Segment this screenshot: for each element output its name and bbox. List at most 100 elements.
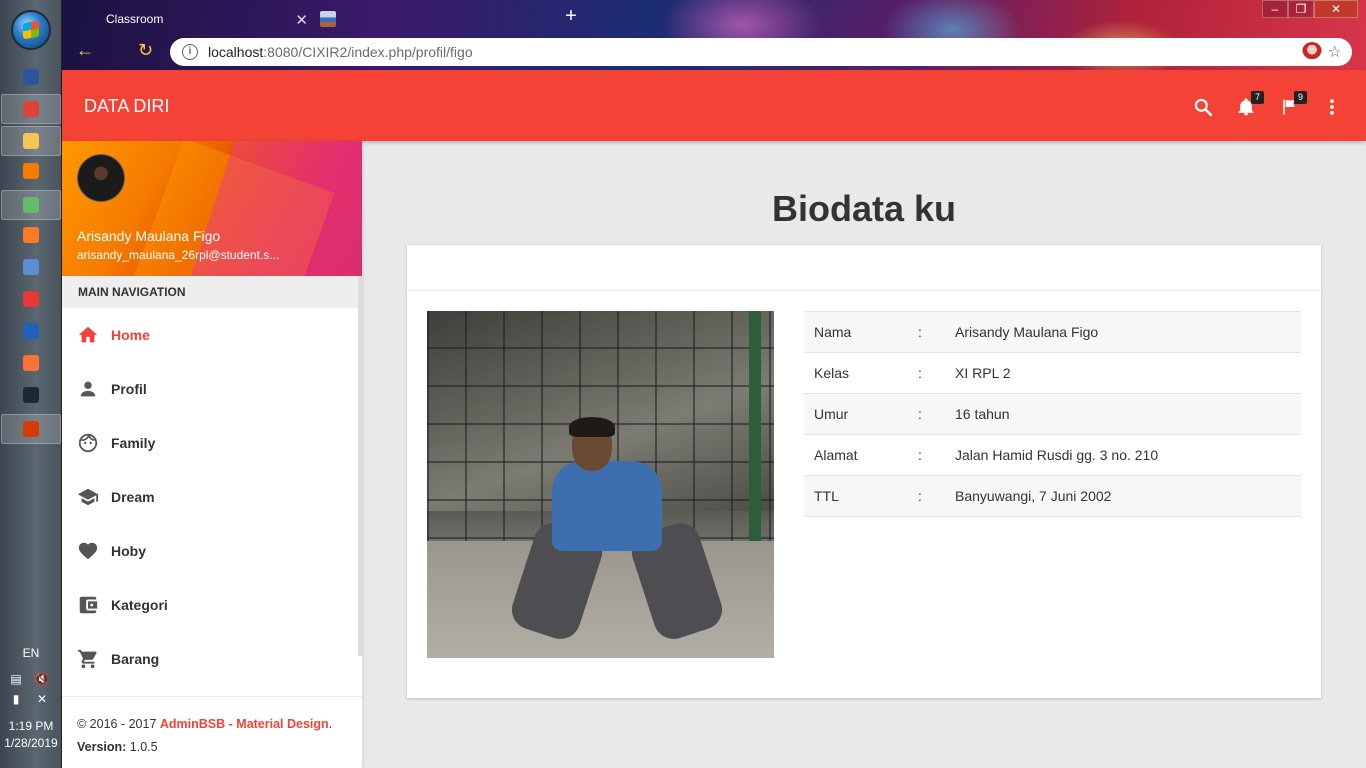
windows-taskbar: EN ▤ 🔇 ▮ ✕ 1:19 PM 1/28/2019 — [0, 0, 62, 768]
browser-tab-classroom[interactable]: Classroom ✕ — [62, 4, 312, 34]
bio-value: Arisandy Maulana Figo — [955, 324, 1099, 340]
clock-date: 1/28/2019 — [4, 736, 58, 750]
sidebar: Arisandy Maulana Figo arisandy_maulana_2… — [62, 141, 362, 768]
app-title[interactable]: DATA DIRI — [84, 96, 169, 117]
browser-menu-icon[interactable]: · · · — [1338, 37, 1343, 61]
sidebar-item-label: Hoby — [111, 543, 146, 559]
sidebar-item-barang[interactable]: Barang — [62, 632, 362, 686]
url-text: localhost:8080/CIXIR2/index.php/profil/f… — [208, 44, 473, 60]
office-glyph — [23, 421, 39, 437]
profile-photo — [427, 311, 774, 658]
more-vert-icon[interactable] — [1322, 97, 1342, 117]
sidebar-item-home[interactable]: Home — [62, 308, 362, 362]
sidebar-item-profil[interactable]: Profil — [62, 362, 362, 416]
back-arrow-icon[interactable]: ← — [76, 40, 94, 61]
restore-button[interactable]: ❐ — [1288, 0, 1314, 18]
user-avatar[interactable] — [77, 154, 125, 202]
bio-separator: : — [918, 447, 922, 463]
atom-icon[interactable] — [1, 190, 61, 220]
home-icon — [77, 324, 99, 346]
new-tab-button[interactable]: + — [559, 5, 583, 29]
system-tray: ▤ 🔇 ▮ ✕ — [8, 672, 54, 706]
start-button[interactable] — [11, 10, 51, 50]
search-icon[interactable] — [1193, 97, 1213, 117]
copyright-line: © 2016 - 2017 AdminBSB - Material Design… — [77, 717, 333, 731]
window-controls: – ❐ ✕ — [1262, 0, 1358, 18]
bio-key: Nama — [814, 324, 852, 340]
tab-favicon-icon — [320, 11, 336, 27]
network-error-icon[interactable]: ✕ — [34, 692, 50, 706]
virtualbox-icon[interactable] — [16, 254, 46, 280]
sidebar-item-dream[interactable]: Dream — [62, 470, 362, 524]
menu-header: MAIN NAVIGATION — [62, 276, 362, 308]
biodata-table: Nama : Arisandy Maulana Figo Kelas : XI … — [804, 311, 1301, 517]
cart-icon — [77, 648, 99, 670]
card-header — [407, 245, 1321, 291]
tab-title: Classroom — [106, 12, 164, 26]
table-row: Alamat : Jalan Hamid Rusdi gg. 3 no. 210 — [804, 434, 1301, 476]
bio-separator: : — [918, 324, 922, 340]
school-icon — [77, 486, 99, 508]
filezilla-icon[interactable] — [16, 318, 46, 344]
steam-glyph — [23, 387, 39, 403]
sidebar-footer: © 2016 - 2017 AdminBSB - Material Design… — [62, 696, 362, 768]
user-info-panel: Arisandy Maulana Figo arisandy_maulana_2… — [62, 141, 362, 276]
flag-count-badge: 9 — [1294, 91, 1307, 104]
tab-close-icon[interactable]: ✕ — [295, 11, 308, 29]
sidebar-item-hoby[interactable]: Hoby — [62, 524, 362, 578]
git-icon[interactable] — [16, 286, 46, 312]
brand-link[interactable]: AdminBSB - Material Design — [160, 717, 329, 731]
chrome-icon[interactable] — [1, 94, 61, 124]
browser-chrome: Classroom ✕ + – ❐ ✕ ← ↻ i localhost:8080… — [62, 0, 1366, 70]
media-player-glyph — [23, 163, 39, 179]
browser-tab-profile[interactable] — [316, 4, 546, 34]
xampp-icon[interactable] — [16, 222, 46, 248]
xampp-glyph — [23, 227, 39, 243]
sidebar-item-family[interactable]: Family — [62, 416, 362, 470]
word-glyph — [23, 69, 39, 85]
site-info-icon[interactable]: i — [182, 44, 198, 60]
sidebar-scrollbar[interactable] — [358, 276, 362, 656]
git-glyph — [23, 291, 39, 307]
virtualbox-glyph — [23, 259, 39, 275]
address-bar[interactable]: i localhost:8080/CIXIR2/index.php/profil… — [170, 38, 1352, 66]
atom-glyph — [23, 197, 39, 213]
user-name: Arisandy Maulana Figo — [77, 228, 221, 244]
sidebar-item-label: Kategori — [111, 597, 168, 613]
bio-separator: : — [918, 488, 922, 504]
bio-value: Jalan Hamid Rusdi gg. 3 no. 210 — [955, 447, 1159, 463]
bio-separator: : — [918, 406, 922, 422]
bio-key: Kelas — [814, 365, 850, 381]
close-window-button[interactable]: ✕ — [1314, 0, 1358, 18]
clock-time: 1:19 PM — [8, 719, 54, 733]
bio-value: 16 tahun — [955, 406, 1010, 422]
signal-icon[interactable]: ▮ — [8, 692, 24, 706]
media-player-icon[interactable] — [16, 158, 46, 184]
clock[interactable]: 1:19 PM 1/28/2019 — [0, 718, 62, 752]
app-navbar: DATA DIRI 7 9 — [62, 70, 1366, 141]
minimize-button[interactable]: – — [1262, 0, 1288, 18]
bio-key: TTL — [814, 488, 839, 504]
user-email: arisandy_maulana_26rpl@student.s... — [77, 248, 280, 262]
notifications-icon[interactable]: 7 — [1236, 91, 1264, 117]
language-indicator[interactable]: EN — [0, 646, 62, 660]
firefox-icon[interactable] — [16, 350, 46, 376]
page-title: Biodata ku — [771, 188, 957, 229]
steam-icon[interactable] — [16, 382, 46, 408]
reload-icon[interactable]: ↻ — [138, 40, 153, 61]
chrome-glyph — [23, 101, 39, 117]
office-icon[interactable] — [1, 414, 61, 444]
main-navigation: Home Profil Family Dream Hoby Kategori B… — [62, 308, 362, 686]
bio-separator: : — [918, 365, 922, 381]
wallet-icon — [77, 594, 99, 616]
file-explorer-icon[interactable] — [1, 126, 61, 156]
clipboard-icon[interactable]: ▤ — [8, 672, 24, 686]
sidebar-item-kategori[interactable]: Kategori — [62, 578, 362, 632]
volume-muted-icon[interactable]: 🔇 — [34, 672, 50, 686]
table-row: TTL : Banyuwangi, 7 Juni 2002 — [804, 475, 1301, 517]
browser-profile-avatar[interactable] — [1302, 42, 1322, 62]
sidebar-item-label: Home — [111, 327, 150, 343]
word-icon[interactable] — [16, 64, 46, 90]
sidebar-item-label: Barang — [111, 651, 160, 667]
flag-icon[interactable]: 9 — [1279, 91, 1307, 117]
